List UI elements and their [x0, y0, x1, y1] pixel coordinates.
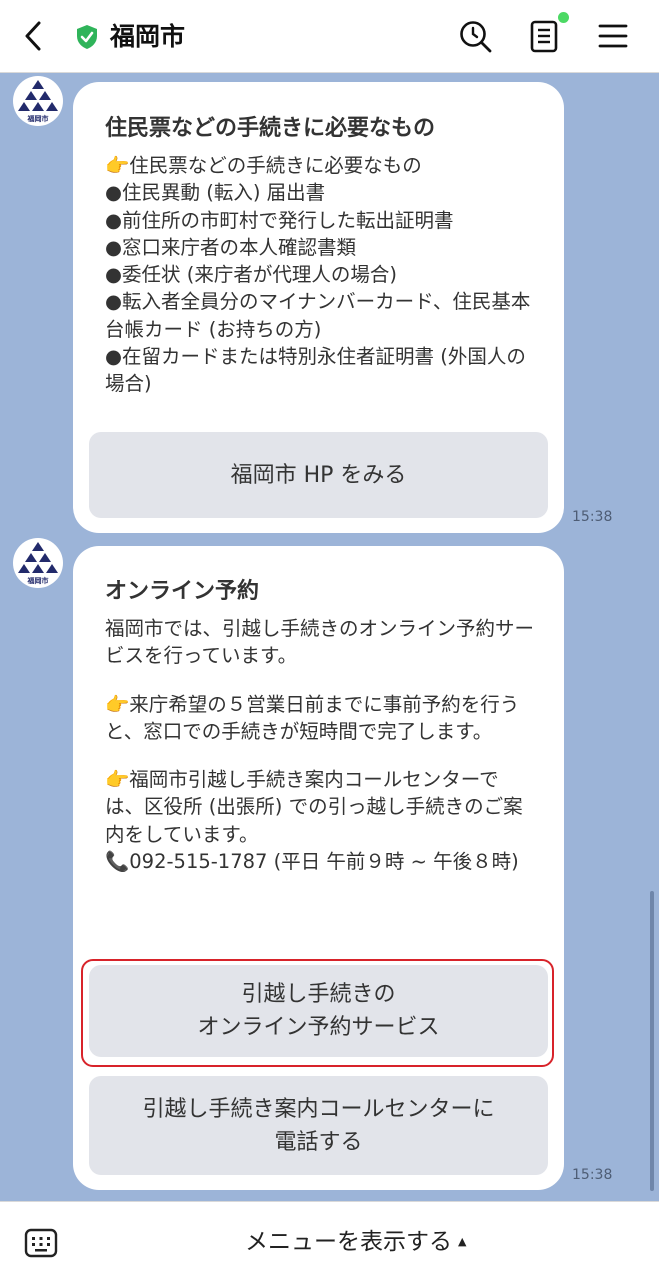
body-paragraph: 👉来庁希望の５営業日前までに事前予約を行うと、窓口での手続きが短時間で完了します…: [105, 692, 520, 743]
button-line: 引越し手続きの: [241, 982, 396, 1007]
menu-icon[interactable]: [597, 20, 629, 52]
button-line: 引越し手続き案内コールセンターに: [142, 1096, 495, 1122]
message-body: 👉住民票などの手続きに必要なもの ●住民異動 (転入) 届出書 ●前住所の市町村…: [105, 152, 535, 398]
button-line: オンライン予約サービス: [197, 1015, 440, 1040]
svg-text:福岡市: 福岡市: [27, 576, 49, 585]
message-title: 住民票などの手続きに必要なもの: [105, 116, 436, 141]
phone-line[interactable]: 📞092-515-1787 (平日 午前９時 ~ 午後８時): [105, 848, 535, 875]
message-time: 15:38: [572, 1167, 613, 1183]
svg-text:福岡市: 福岡市: [27, 114, 49, 123]
body-line: ●委任状 (来庁者が代理人の場合): [105, 263, 397, 287]
notification-dot: [558, 12, 569, 23]
show-menu-button[interactable]: メニューを表示する ▲: [245, 1226, 466, 1258]
verified-shield-icon: [77, 25, 97, 49]
message-body: 福岡市では、引越し手続きのオンライン予約サービスを行っています。 👉来庁希望の５…: [105, 615, 535, 875]
body-paragraph: 👉福岡市引越し手続き案内コールセンターでは、区役所 (出張所) での引っ越し手続…: [105, 768, 523, 846]
message-title: オンライン予約: [105, 579, 260, 604]
body-paragraph: 福岡市では、引越し手続きのオンライン予約サービスを行っています。: [105, 617, 535, 668]
avatar[interactable]: 福岡市: [13, 76, 63, 126]
body-line: ●住民異動 (転入) 届出書: [105, 181, 326, 205]
show-menu-label: メニューを表示する: [245, 1229, 452, 1255]
avatar[interactable]: 福岡市: [13, 538, 63, 588]
body-line: 👉住民票などの手続きに必要なもの: [105, 154, 422, 177]
message-bubble: 住民票などの手続きに必要なもの 👉住民票などの手続きに必要なもの ●住民異動 (…: [73, 82, 564, 533]
message-bubble: オンライン予約 福岡市では、引越し手続きのオンライン予約サービスを行っています。…: [73, 546, 564, 1190]
body-line: ●在留カードまたは特別永住者証明書 (外国人の場合): [105, 345, 526, 396]
footer-bar: メニューを表示する ▲: [0, 1201, 659, 1282]
keyboard-icon[interactable]: [24, 1227, 58, 1259]
scrollbar[interactable]: [650, 891, 654, 1191]
body-line: ●前住所の市町村で発行した転出証明書: [105, 208, 454, 232]
back-arrow-icon[interactable]: [16, 18, 52, 54]
body-line: ●転入者全員分のマイナンバーカード、住民基本台帳カード (お持ちの方): [105, 290, 531, 341]
button-line: 電話する: [274, 1129, 363, 1155]
message-time: 15:38: [572, 509, 613, 525]
search-icon[interactable]: [458, 19, 494, 55]
online-reservation-button[interactable]: 引越し手続きの オンライン予約サービス: [89, 965, 548, 1057]
body-line: ●窓口来庁者の本人確認書類: [105, 235, 357, 259]
fukuoka-city-logo: 福岡市: [18, 80, 58, 123]
caret-up-icon: ▲: [458, 1235, 467, 1248]
chat-header: 福岡市: [0, 0, 659, 73]
chat-area[interactable]: 福岡市 住民票などの手続きに必要なもの 👉住民票などの手続きに必要なもの ●住民…: [0, 73, 659, 1201]
chat-title: 福岡市: [110, 22, 186, 51]
fukuoka-city-logo: 福岡市: [18, 542, 58, 585]
call-center-button[interactable]: 引越し手続き案内コールセンターに 電話する: [89, 1076, 548, 1175]
open-hp-button[interactable]: 福岡市 HP をみる: [89, 432, 548, 518]
notes-icon[interactable]: [527, 18, 563, 54]
